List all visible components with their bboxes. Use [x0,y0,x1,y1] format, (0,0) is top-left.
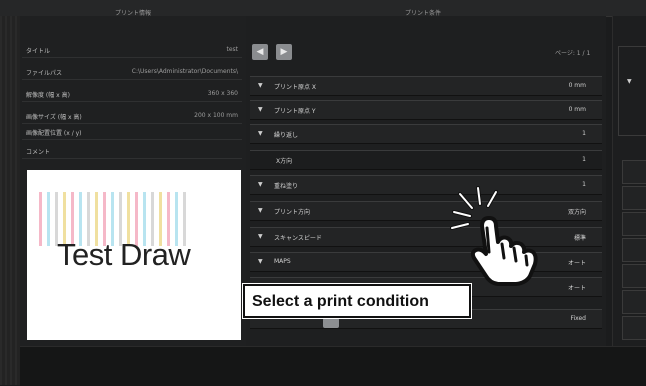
info-row-title: タイトル test [22,42,242,58]
page-indicator: ページ: 1 / 1 [555,50,591,57]
chevron-down-icon: ▼ [258,258,263,265]
chevron-down-icon: ▼ [258,82,263,89]
info-row-resolution: 解像度 (幅 x 高) 360 x 360 [22,86,242,102]
condition-value: 0 mm [568,106,586,113]
info-key: コメント [26,149,51,156]
info-value: C:\Users\Administrator\Documents\ [131,68,238,75]
info-key: 画像配置位置 (x / y) [26,130,82,137]
print-info-title: プリント情報 [115,10,152,17]
print-condition-title: プリント条件 [405,10,442,17]
right-panel-button[interactable] [622,316,646,340]
chevron-down-icon: ▼ [258,106,263,113]
instruction-text: Select a print condition [252,293,429,310]
chevron-right-icon: ▶ [280,47,288,57]
right-panel-button[interactable] [622,238,646,262]
right-panel-button[interactable] [622,160,646,184]
info-row-position: 画像配置位置 (x / y) [22,124,242,140]
condition-label: プリント方向 [274,209,311,216]
info-value: test [226,46,238,53]
top-toolbar [0,0,646,17]
condition-row[interactable]: ▼ プリント原点 X 0 mm [250,76,602,96]
info-key: 解像度 (幅 x 高) [26,92,70,99]
condition-label: X方向 [276,158,293,165]
condition-value: オート [567,285,586,292]
info-row-comment: コメント [22,143,242,159]
info-value: 360 x 360 [207,90,238,97]
chevron-down-icon: ▼ [258,207,263,214]
info-key: ファイルパス [26,70,63,77]
info-row-filepath: ファイルパス C:\Users\Administrator\Documents\ [22,64,242,80]
preview-text: Test Draw [57,237,191,272]
bottom-bar [20,346,646,386]
condition-value: 1 [582,130,586,137]
condition-value: 1 [582,181,586,188]
chevron-left-icon: ◀ [256,47,264,57]
next-page-button[interactable]: ▶ [276,44,292,60]
stripe [39,192,42,246]
tap-hand-icon [450,186,538,286]
right-panel-button[interactable] [622,290,646,314]
info-value: 200 x 100 mm [194,112,238,119]
condition-subrow[interactable]: X方向 1 [250,150,602,170]
info-row-image-size: 画像サイズ (幅 x 高) 200 x 100 mm [22,108,242,124]
condition-value: Fixed [570,315,586,322]
condition-value: 1 [582,156,586,163]
condition-label: 繰り返し [274,132,299,139]
condition-value: 0 mm [568,82,586,89]
condition-label: 重ね塗り [274,183,299,190]
chevron-down-icon: ▼ [627,78,632,85]
condition-label: プリント原点 X [274,84,317,91]
prev-page-button[interactable]: ◀ [252,44,268,60]
condition-row[interactable]: ▼ プリント原点 Y 0 mm [250,100,602,120]
slider-thumb[interactable] [323,318,339,328]
condition-row[interactable]: ▼ 繰り返し 1 [250,124,602,144]
chevron-down-icon: ▼ [258,130,263,137]
right-panel-button[interactable] [622,264,646,288]
condition-label: プリント原点 Y [274,108,316,115]
left-edge-strip [0,16,20,385]
condition-label: MAPS [274,258,291,265]
chevron-down-icon: ▼ [258,181,263,188]
condition-value: 標準 [573,235,586,242]
info-key: 画像サイズ (幅 x 高) [26,114,82,121]
condition-label: スキャンスピード [274,235,322,242]
right-panel-button[interactable] [622,186,646,210]
stripe [47,192,50,246]
info-key: タイトル [26,48,51,55]
right-dropdown-box[interactable] [618,46,646,136]
right-panel-button[interactable] [622,212,646,236]
print-preview: Test Draw [27,170,241,340]
chevron-down-icon: ▼ [258,233,263,240]
condition-value: 双方向 [567,209,586,216]
condition-value: オート [567,260,586,267]
instruction-callout: Select a print condition [243,284,471,318]
